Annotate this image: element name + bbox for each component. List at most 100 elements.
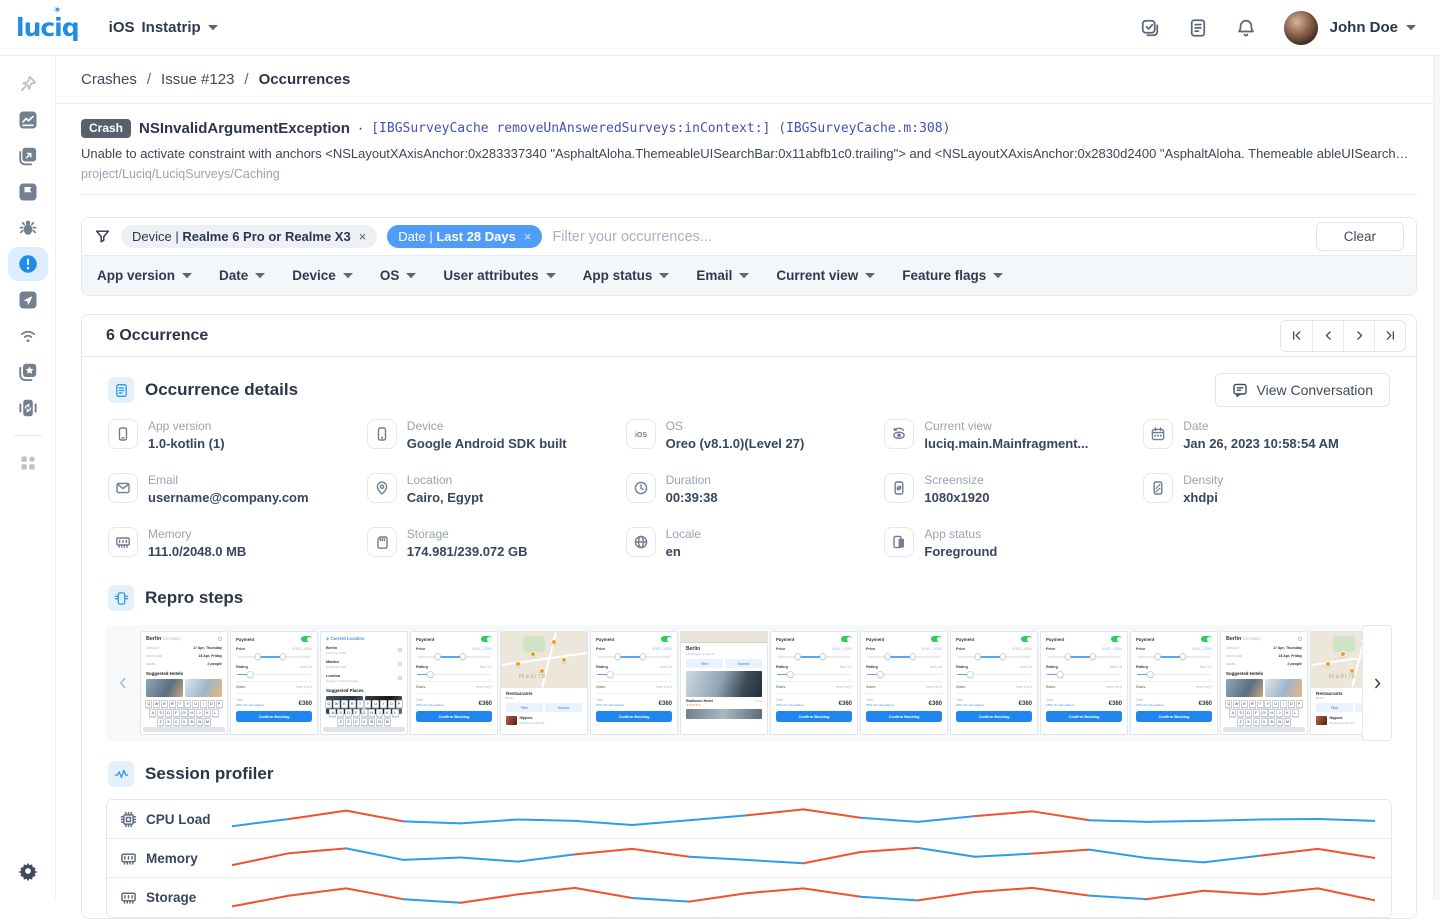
sidebar-item-bug-reports[interactable] bbox=[8, 211, 48, 245]
scrollbar[interactable] bbox=[1433, 56, 1440, 900]
memory-icon bbox=[120, 850, 137, 867]
chevron-down-icon bbox=[546, 272, 556, 279]
filter-dropdown-feature-flags[interactable]: Feature flags bbox=[902, 268, 1003, 283]
detail-field: Location Cairo, Egypt bbox=[367, 473, 614, 511]
profiler-sparkline bbox=[232, 804, 1375, 834]
pages-icon bbox=[18, 146, 38, 166]
tasks-icon[interactable] bbox=[1132, 10, 1168, 46]
repro-step-thumbnail-map[interactable]: Madrid Restaurants Berlin FilterNearest … bbox=[500, 631, 588, 735]
occurrence-count: 6 Occurrence bbox=[106, 327, 208, 345]
repro-step-thumbnail-search[interactable]: Berlin Germany Check-In17 Apr, ThursdayC… bbox=[1220, 631, 1308, 735]
sidebar-item-sessions[interactable] bbox=[8, 391, 48, 425]
breadcrumb-item[interactable]: Crashes bbox=[81, 71, 137, 88]
filter-dropdown-app-status[interactable]: App status bbox=[583, 268, 670, 283]
profiler-row-label: Memory bbox=[146, 851, 198, 866]
luciq-logo[interactable]: ✶ luciq bbox=[16, 13, 79, 42]
sidebar-item-settings[interactable] bbox=[8, 854, 48, 888]
breadcrumb-item[interactable]: Issue #123 bbox=[161, 71, 234, 88]
detail-value: Jan 26, 2023 10:58:54 AM bbox=[1183, 436, 1339, 451]
chevron-down-icon bbox=[182, 272, 192, 279]
pagination bbox=[1280, 320, 1406, 352]
view-conversation-button[interactable]: View Conversation bbox=[1215, 373, 1390, 407]
notes-icon[interactable] bbox=[1180, 10, 1216, 46]
profiler-row-memory: Memory bbox=[107, 839, 1391, 878]
detail-label: Density bbox=[1183, 473, 1223, 487]
carousel-prev-icon[interactable] bbox=[106, 676, 140, 690]
filter-chip[interactable]: Date | Last 28 Days× bbox=[387, 225, 542, 248]
pagination-first-button[interactable] bbox=[1281, 321, 1312, 351]
repro-step-thumbnail-payment[interactable]: Payment Price€150 — €350 Ratingfrom 1.6 … bbox=[1130, 631, 1218, 735]
sidebar-item-network[interactable] bbox=[8, 319, 48, 353]
filter-input[interactable] bbox=[552, 229, 1305, 245]
sidebar-item-pages[interactable] bbox=[8, 139, 48, 173]
user-menu-chevron-icon[interactable] bbox=[1406, 24, 1416, 31]
app-switcher[interactable]: iOS Instatrip bbox=[109, 19, 218, 36]
bell-icon[interactable] bbox=[1228, 10, 1264, 46]
repro-step-thumbnail-payment[interactable]: Payment Price€150 — €350 Ratingfrom 1.6 … bbox=[770, 631, 858, 735]
app-name: Instatrip bbox=[142, 19, 201, 36]
toggle-on bbox=[1201, 636, 1212, 642]
sidebar-item-crashes[interactable] bbox=[8, 247, 48, 281]
repro-step-thumbnail-location[interactable]: ➤ Current Location Berlin13-23 Apr 2018M… bbox=[320, 631, 408, 735]
sidebar-item-analytics[interactable] bbox=[8, 103, 48, 137]
chip-close-icon[interactable]: × bbox=[359, 229, 367, 244]
storage-icon bbox=[120, 889, 137, 906]
filter-dropdown-app-version[interactable]: App version bbox=[97, 268, 192, 283]
sidebar-item-push[interactable] bbox=[8, 283, 48, 317]
detail-value: xhdpi bbox=[1183, 490, 1223, 505]
filter-dropdown-user-attributes[interactable]: User attributes bbox=[443, 268, 555, 283]
carousel-next-button[interactable] bbox=[1362, 625, 1392, 741]
detail-value: 111.0/2048.0 MB bbox=[148, 544, 246, 559]
crash-location-code[interactable]: [IBGSurveyCache removeUnAnsweredSurveys:… bbox=[371, 121, 950, 136]
detail-label: Email bbox=[148, 473, 309, 487]
detail-value: Foreground bbox=[924, 544, 997, 559]
filter-dropdown-current-view[interactable]: Current view bbox=[776, 268, 875, 283]
repro-step-thumbnail-payment[interactable]: Payment Price€150 — €350 Ratingfrom 1.6 … bbox=[1040, 631, 1128, 735]
filter-dropdown-date[interactable]: Date bbox=[219, 268, 265, 283]
toggle-on bbox=[931, 636, 942, 642]
filter-dropdown-device[interactable]: Device bbox=[292, 268, 353, 283]
dots-grid-icon bbox=[18, 453, 38, 473]
detail-field: Email username@company.com bbox=[108, 473, 355, 511]
pagination-last-button[interactable] bbox=[1374, 321, 1405, 351]
profiler-sparkline bbox=[232, 883, 1375, 913]
filter-chip[interactable]: Device | Realme 6 Pro or Realme X3× bbox=[121, 225, 377, 248]
repro-step-thumbnail-payment[interactable]: Payment Price€150 — €350 Ratingfrom 1.6 … bbox=[410, 631, 498, 735]
ios-icon: iOS bbox=[626, 419, 656, 449]
chip-close-icon[interactable]: × bbox=[524, 229, 532, 244]
detail-field: Duration 00:39:38 bbox=[626, 473, 873, 511]
user-name[interactable]: John Doe bbox=[1330, 19, 1398, 36]
filter-panel: Device | Realme 6 Pro or Realme X3× Date … bbox=[81, 217, 1417, 296]
repro-step-thumbnail-search[interactable]: Berlin Germany Check-In17 Apr, ThursdayC… bbox=[140, 631, 228, 735]
pagination-next-button[interactable] bbox=[1343, 321, 1374, 351]
clear-filters-button[interactable]: Clear bbox=[1316, 222, 1404, 251]
repro-step-thumbnail-payment[interactable]: Payment Price€150 — €350 Ratingfrom 1.6 … bbox=[860, 631, 948, 735]
repro-step-thumbnail-payment[interactable]: Payment Price€150 — €350 Ratingfrom 1.6 … bbox=[590, 631, 678, 735]
detail-label: App version bbox=[148, 419, 225, 433]
confirm-booking-button: Confirm Booking bbox=[596, 711, 672, 722]
repro-step-thumbnail-payment[interactable]: Payment Price€150 — €350 Ratingfrom 1.6 … bbox=[950, 631, 1038, 735]
sidebar-item-pin[interactable] bbox=[8, 67, 48, 101]
main-content: Crashes/Issue #123/Occurrences Crash NSI… bbox=[56, 56, 1440, 919]
details-section-title: Occurrence details bbox=[145, 380, 298, 400]
sidebar-item-more-apps[interactable] bbox=[8, 446, 48, 480]
toggle-on bbox=[841, 636, 852, 642]
repro-steps-carousel: Berlin Germany Check-In17 Apr, ThursdayC… bbox=[106, 625, 1392, 741]
repro-step-thumbnail-payment[interactable]: Payment Price€150 — €350 Ratingfrom 1.6 … bbox=[230, 631, 318, 735]
logo-text: luciq bbox=[16, 13, 79, 42]
chevron-down-icon bbox=[208, 24, 218, 31]
chevron-down-icon bbox=[865, 272, 875, 279]
filter-dropdown-email[interactable]: Email bbox=[696, 268, 749, 283]
density-icon bbox=[1143, 473, 1173, 503]
pagination-prev-button[interactable] bbox=[1312, 321, 1343, 351]
repro-step-thumbnail-hotel[interactable]: Berlin 15-16 April, 2 guests FilterNeare… bbox=[680, 631, 768, 735]
topbar-right: John Doe bbox=[1120, 10, 1416, 46]
calendar-icon bbox=[1143, 419, 1173, 449]
avatar[interactable] bbox=[1284, 11, 1318, 45]
location-icon bbox=[367, 473, 397, 503]
filter-dropdown-os[interactable]: OS bbox=[380, 268, 417, 283]
toggle-on bbox=[661, 636, 672, 642]
detail-field: Device Google Android SDK built bbox=[367, 419, 614, 457]
sidebar-item-feature-flags[interactable] bbox=[8, 175, 48, 209]
sidebar-item-reviews[interactable] bbox=[8, 355, 48, 389]
